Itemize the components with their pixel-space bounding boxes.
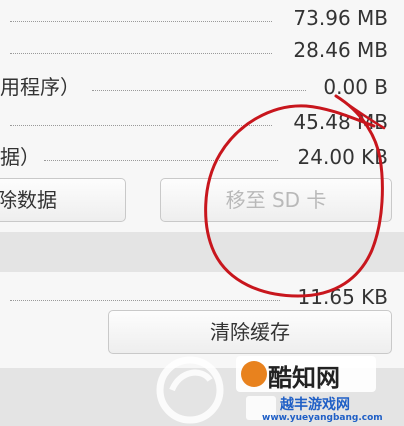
watermark-site-name: 越丰游戏网 [280,397,350,413]
watermark-brand: 酷知网 [268,364,340,392]
watermark: 酷知网 越丰游戏网 www.yueyangbang.com [150,350,404,426]
watermark-site-url: www.yueyangbang.com [262,413,383,423]
